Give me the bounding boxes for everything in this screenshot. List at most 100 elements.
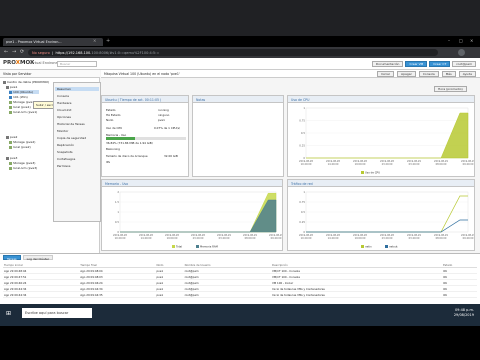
table-cell: pve1 xyxy=(155,291,184,298)
menu-item-replicacion[interactable]: Replicación xyxy=(57,143,74,147)
tab-tasks[interactable]: Tareas xyxy=(3,255,21,261)
status-panel: Ubuntu ( Tiempo de act. 00:11:05 ) Estad… xyxy=(101,95,189,177)
timeframe-select[interactable]: Hora (promedio) xyxy=(434,86,467,92)
reload-icon[interactable]: ⟳ xyxy=(20,49,24,55)
y-tick-label: 0.5 xyxy=(301,131,305,135)
menu-item-consola[interactable]: Consola xyxy=(57,94,69,98)
back-icon[interactable]: ← xyxy=(4,49,8,55)
tree-label: pve1 xyxy=(10,85,18,89)
y-tick-label: 0.25 xyxy=(299,220,305,224)
menu-item-backup[interactable]: Copia de seguridad xyxy=(57,136,86,140)
tree-vm-100[interactable]: 100 (Ubuntu) xyxy=(9,90,39,94)
y-tick-label: 0.25 xyxy=(299,144,305,148)
proxmox-page: PROXMOX Virtual Environment 6.0-4 Buscar… xyxy=(0,58,480,304)
create-ct-button[interactable]: Crear CT xyxy=(429,61,451,67)
task-table: Tiempo inicial Tiempo final Nodo Nombre … xyxy=(3,262,477,298)
menu-item-cortafuegos[interactable]: Cortafuegos xyxy=(57,157,75,161)
task-log-panel: Tareas Log del Clúster Tiempo inicial Ti… xyxy=(0,253,480,304)
cpu-chart: 00.250.50.7512019-08-2810:20:002019-08-2… xyxy=(299,106,475,175)
tree-label: Storage (pve3) xyxy=(13,161,36,165)
tree-local-pve2[interactable]: local (pve2) xyxy=(9,145,31,149)
close-tab-icon[interactable]: × xyxy=(93,38,96,43)
tree-vm-101[interactable]: 101 (Win) xyxy=(9,95,28,99)
y-tick-label: 0.5 xyxy=(301,210,305,214)
tree-label: local (pve2) xyxy=(13,145,31,149)
forward-icon[interactable]: → xyxy=(12,49,16,55)
video-letterbox-top xyxy=(0,0,480,36)
profile-avatar[interactable] xyxy=(458,49,465,56)
legend-label: Uso de CPU xyxy=(365,171,380,175)
windows-start-icon[interactable]: ⊞ xyxy=(6,310,11,317)
x-tick-label: 03:40:00 xyxy=(219,237,230,240)
console-button[interactable]: Consola xyxy=(418,71,439,77)
menu-item-hardware[interactable]: Hardware xyxy=(57,101,71,105)
vm-actions: Iniciar Apagar Consola Más Ayuda xyxy=(376,71,476,77)
tree-local-lvm-pve3[interactable]: local-lvm (pve3) xyxy=(9,166,37,170)
menu-item-historial[interactable]: Historial de Tareas xyxy=(57,122,85,126)
menu-item-opciones[interactable]: Opciones xyxy=(57,115,71,119)
datacenter-icon xyxy=(3,80,6,84)
x-tick-label: 14:40:00 xyxy=(328,237,339,240)
maximize-icon[interactable]: □ xyxy=(459,38,463,43)
view-selector[interactable]: Vista por Servidor xyxy=(0,70,100,78)
tree-datacenter[interactable]: Centro de datos (PROXMOX) xyxy=(3,80,49,84)
x-tick-label: 08:00:00 xyxy=(245,237,256,240)
tree-storage-pve3[interactable]: Storage (pve3) xyxy=(9,161,35,165)
more-button[interactable]: Más xyxy=(441,71,456,77)
shutdown-button[interactable]: Apagar xyxy=(397,71,416,77)
table-cell: Ago 29 09:44:35 xyxy=(79,291,156,298)
status-value: running xyxy=(158,108,169,112)
tree-local-pve1[interactable]: local (pve1) xyxy=(9,105,31,109)
minimize-icon[interactable]: – xyxy=(448,38,450,43)
new-tab-icon[interactable]: + xyxy=(106,38,110,44)
user-menu-button[interactable]: root@pam xyxy=(452,61,476,67)
menu-item-permisos[interactable]: Permisos xyxy=(57,164,70,168)
status-value: 32.00 GiB xyxy=(164,154,178,158)
menu-item-snapshots[interactable]: Snapshots xyxy=(57,150,73,154)
status-key: Balooning xyxy=(106,147,120,151)
start-button[interactable]: Iniciar xyxy=(376,71,395,77)
table-cell: Inicio de todas las VMs y Contenedores xyxy=(271,291,443,298)
help-button[interactable]: Ayuda xyxy=(458,71,476,77)
legend-label: netout xyxy=(389,245,398,249)
memory-usage-bar xyxy=(106,137,186,140)
notes-title: Notas xyxy=(193,96,283,103)
menu-item-cloud-init[interactable]: Cloud-Init xyxy=(57,108,71,112)
status-key: Estado xyxy=(106,108,116,112)
table-cell: root@pam xyxy=(183,291,272,298)
screen: pve1 - Proxmox Virtual Environ... × + – … xyxy=(0,0,480,360)
browser-tab[interactable]: pve1 - Proxmox Virtual Environ... xyxy=(3,38,103,46)
create-vm-button[interactable]: Crear VM xyxy=(405,61,428,67)
network-chart: 00.250.50.7512019-08-2810:20:002019-08-2… xyxy=(299,190,475,249)
close-window-icon[interactable]: × xyxy=(470,38,473,43)
tree-storage-pve1[interactable]: Storage (pve1) xyxy=(9,100,35,104)
vm-icon xyxy=(9,90,12,94)
tree-label: local-lvm (pve3) xyxy=(13,166,38,170)
menu-item-monitor[interactable]: Monitor xyxy=(57,129,68,133)
tree-node-pve3[interactable]: pve3 xyxy=(6,156,17,160)
legend-swatch xyxy=(196,245,199,248)
tree-local-lvm-pve1[interactable]: local-lvm (pve1) xyxy=(9,110,37,114)
tab-cluster-log[interactable]: Log del Clúster xyxy=(22,255,54,261)
url-host: https://192.168.100. xyxy=(55,50,92,55)
tree-storage-pve2[interactable]: Storage (pve2) xyxy=(9,140,35,144)
storage-icon xyxy=(9,100,12,104)
legend-swatch xyxy=(172,245,175,248)
x-tick-label: 10:20:00 xyxy=(115,237,126,240)
taskbar-search[interactable]: Escribe aquí para buscar xyxy=(22,308,92,318)
storage-icon xyxy=(9,140,12,144)
documentation-button[interactable]: Documentación xyxy=(371,61,404,67)
cpu-chart-title: Uso de CPU xyxy=(288,96,474,103)
tree-node-pve2[interactable]: pve2 xyxy=(6,135,17,139)
tree-label: Storage (pve2) xyxy=(13,140,36,144)
y-tick-label: 0.75 xyxy=(299,200,305,204)
menu-item-resumen[interactable]: Resumen xyxy=(55,87,99,91)
notes-panel[interactable]: Notas xyxy=(192,95,284,177)
url-input[interactable]: No seguro | https://192.168.100.100:8006… xyxy=(28,49,438,56)
legend-swatch xyxy=(361,245,364,248)
server-icon xyxy=(6,85,9,89)
vm-icon xyxy=(9,95,12,99)
table-row[interactable]: Ago 29 09:44:34 Ago 29 09:44:35 pve1 root@p… xyxy=(3,291,477,298)
search-input[interactable]: Buscar xyxy=(57,61,97,67)
tree-node-pve1[interactable]: pve1 xyxy=(6,85,17,89)
